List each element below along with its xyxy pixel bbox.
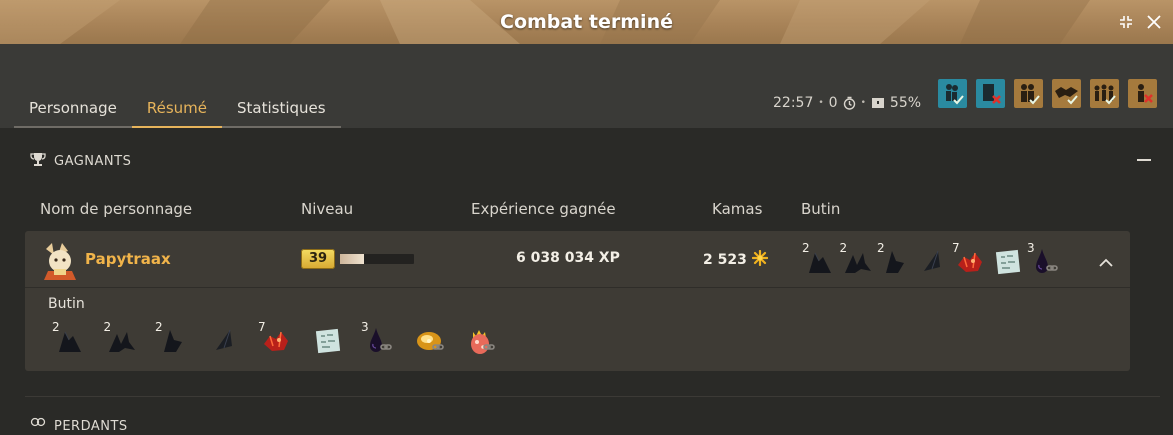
winner-row-summary[interactable]: Papytraax 39 6 038 034 XP 2 523 2 2 2 7 3	[25, 231, 1130, 288]
col-name: Nom de personnage	[40, 200, 193, 218]
dark-wing-icon[interactable]: 2	[52, 320, 85, 356]
winner-row: Papytraax 39 6 038 034 XP 2 523 2 2 2 7 3 Bu…	[25, 231, 1130, 371]
dark-bird-icon[interactable]: 2	[104, 320, 137, 356]
kamas-gained: 2 523	[703, 249, 768, 270]
item-quantity: 3	[361, 320, 369, 334]
timer-icon	[843, 96, 856, 110]
level-progress-fill	[340, 254, 364, 264]
winners-title: GAGNANTS	[54, 154, 132, 169]
tab-bar: Personnage Résumé Statistiques	[14, 98, 341, 128]
loot-percent: 55%	[889, 95, 922, 111]
handshake-check-icon[interactable]	[1052, 79, 1081, 108]
option-buttons	[938, 79, 1157, 108]
dark-bird-icon[interactable]: 2	[840, 241, 873, 277]
item-quantity: 2	[103, 320, 112, 334]
dark-shard-icon[interactable]	[210, 326, 240, 356]
tab-resume[interactable]: Résumé	[131, 98, 222, 128]
combat-duration: 22:57	[773, 95, 814, 111]
map-scroll-icon[interactable]	[993, 247, 1023, 277]
dark-wing-icon[interactable]: 2	[802, 241, 835, 277]
tab-statistiques[interactable]: Statistiques	[222, 98, 341, 128]
duo-check-icon[interactable]	[1014, 79, 1043, 108]
chest-icon	[871, 97, 885, 109]
trophy-icon	[30, 152, 46, 171]
minimize-icon[interactable]	[1118, 14, 1134, 30]
losers-header: PERDANTS	[30, 417, 128, 435]
combat-stats: 22:57 • 0 • 55%	[773, 95, 921, 111]
dark-fin-icon[interactable]: 2	[877, 241, 910, 277]
col-xp: Expérience gagnée	[471, 200, 616, 218]
item-quantity: 2	[802, 241, 810, 255]
col-loot: Butin	[801, 200, 841, 218]
separator-dot: •	[860, 98, 866, 108]
level-progress-bar	[340, 254, 414, 264]
red-crystal-icon[interactable]: 7	[258, 320, 291, 356]
chevron-up-icon[interactable]	[1099, 253, 1113, 272]
kamas-icon	[751, 249, 768, 270]
winners-header: GAGNANTS	[30, 152, 131, 171]
party-cross-icon[interactable]	[976, 79, 1005, 108]
person-cross-icon[interactable]	[1128, 79, 1157, 108]
dark-drop-icon[interactable]: 3	[1027, 241, 1060, 277]
item-quantity: 2	[155, 320, 163, 334]
kamas-value: 2 523	[703, 252, 747, 268]
xp-gained: 6 038 034 XP	[516, 250, 620, 266]
tab-personnage[interactable]: Personnage	[14, 98, 132, 128]
item-quantity: 2	[52, 320, 60, 334]
collapse-icon[interactable]	[1137, 159, 1151, 161]
group-check-icon[interactable]	[1090, 79, 1119, 108]
loot-label: Butin	[48, 296, 85, 312]
col-level: Niveau	[301, 200, 354, 218]
crowned-egg-icon[interactable]	[467, 326, 497, 356]
dark-drop-icon[interactable]: 3	[361, 320, 394, 356]
level-badge: 39	[301, 249, 335, 269]
window-title: Combat terminé	[500, 11, 673, 33]
separator-dot: •	[818, 98, 824, 108]
close-icon[interactable]	[1146, 14, 1162, 30]
avatar	[40, 241, 82, 281]
col-kamas: Kamas	[712, 200, 763, 218]
title-bar: Combat terminé	[0, 0, 1173, 44]
item-quantity: 2	[839, 241, 848, 255]
losers-title: PERDANTS	[54, 418, 128, 434]
golden-egg-icon[interactable]	[416, 326, 446, 356]
item-quantity: 2	[877, 241, 885, 255]
losers-icon	[30, 417, 46, 435]
combat-turns: 0	[828, 95, 838, 111]
party-check-icon[interactable]	[938, 79, 967, 108]
item-quantity: 3	[1027, 241, 1035, 255]
map-scroll-icon[interactable]	[313, 326, 343, 356]
player-name[interactable]: Papytraax	[85, 250, 171, 268]
dark-fin-icon[interactable]: 2	[155, 320, 188, 356]
dark-shard-icon[interactable]	[918, 247, 948, 277]
red-crystal-icon[interactable]: 7	[952, 241, 985, 277]
item-quantity: 7	[952, 241, 960, 255]
section-divider	[25, 396, 1160, 397]
item-quantity: 7	[258, 320, 266, 334]
